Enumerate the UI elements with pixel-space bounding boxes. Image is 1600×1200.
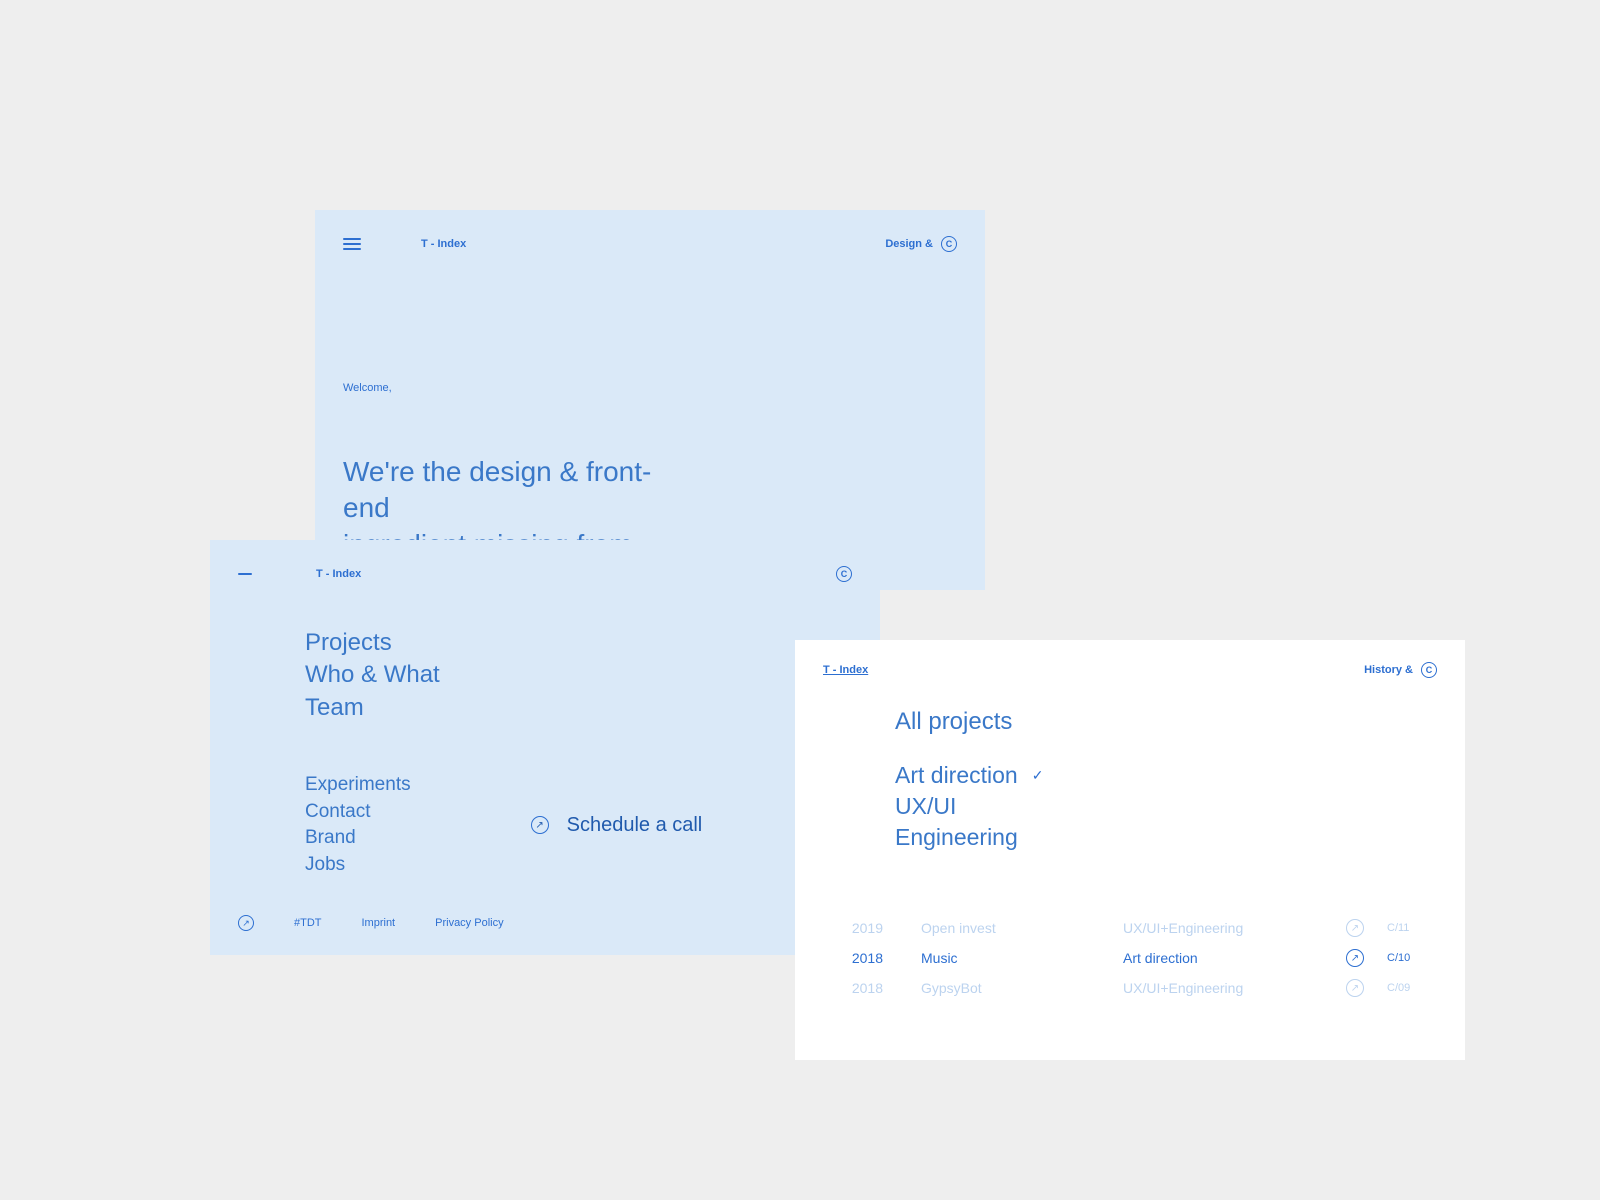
- projects-header: T - Index History & C: [795, 640, 1465, 678]
- row-code: C/11: [1387, 922, 1427, 934]
- row-year: 2018: [823, 950, 883, 966]
- nav-brand[interactable]: Brand: [305, 825, 411, 852]
- row-year: 2019: [823, 920, 883, 936]
- menu-header: T - Index C: [210, 540, 880, 582]
- projects-title: All projects: [795, 678, 1465, 736]
- welcome-label: Welcome,: [315, 252, 985, 394]
- nav-who-what[interactable]: Who & What: [305, 659, 852, 691]
- copyright-icon[interactable]: C: [1421, 662, 1437, 678]
- row-category: UX/UI+Engineering: [1123, 980, 1323, 996]
- footer-privacy[interactable]: Privacy Policy: [435, 917, 503, 929]
- row-year: 2018: [823, 980, 883, 996]
- arrow-icon: ↗: [1346, 919, 1364, 937]
- arrow-icon: ↗: [1346, 979, 1364, 997]
- filter-label: Engineering: [895, 822, 1018, 853]
- arrow-icon: ↗: [531, 816, 549, 834]
- table-row[interactable]: 2019 Open invest UX/UI+Engineering ↗ C/1…: [823, 913, 1437, 943]
- filter-label: Art direction: [895, 760, 1018, 791]
- nav-contact[interactable]: Contact: [305, 799, 411, 826]
- brand-logo[interactable]: T - Index: [316, 568, 361, 580]
- nav-projects[interactable]: Projects: [305, 627, 852, 659]
- nav-team[interactable]: Team: [305, 692, 852, 724]
- nav-jobs[interactable]: Jobs: [305, 852, 411, 879]
- filter-uxui[interactable]: UX/UI: [895, 791, 1437, 822]
- table-row[interactable]: 2018 GypsyBot UX/UI+Engineering ↗ C/09: [823, 973, 1437, 1003]
- brand-logo[interactable]: T - Index: [421, 238, 466, 250]
- check-icon: ✓: [1032, 766, 1044, 785]
- close-icon[interactable]: [238, 573, 256, 575]
- hero-headline-line: We're the design & front-end: [343, 454, 667, 527]
- project-filters: Art direction ✓ UX/UI Engineering: [795, 736, 1465, 853]
- table-row[interactable]: 2018 Music Art direction ↗ C/10: [823, 943, 1437, 973]
- cta-label: Schedule a call: [567, 814, 703, 837]
- primary-nav: Projects Who & What Team: [210, 582, 880, 724]
- hero-right-label: Design &: [885, 238, 933, 250]
- arrow-icon[interactable]: ↗: [238, 915, 254, 931]
- row-name: Music: [903, 950, 1103, 966]
- secondary-nav: Experiments Contact Brand Jobs: [305, 772, 411, 878]
- nav-experiments[interactable]: Experiments: [305, 772, 411, 799]
- menu-icon[interactable]: [343, 238, 361, 250]
- row-name: GypsyBot: [903, 980, 1103, 996]
- footer-hashtag[interactable]: #TDT: [294, 917, 322, 929]
- menu-panel: T - Index C Projects Who & What Team Exp…: [210, 540, 880, 955]
- projects-panel: T - Index History & C All projects Art d…: [795, 640, 1465, 1060]
- filter-engineering[interactable]: Engineering: [895, 822, 1437, 853]
- arrow-icon: ↗: [1346, 949, 1364, 967]
- filter-art-direction[interactable]: Art direction ✓: [895, 760, 1437, 791]
- footer-imprint[interactable]: Imprint: [362, 917, 396, 929]
- filter-label: UX/UI: [895, 791, 956, 822]
- copyright-icon[interactable]: C: [836, 566, 852, 582]
- projects-right-label: History &: [1364, 664, 1413, 676]
- copyright-icon[interactable]: C: [941, 236, 957, 252]
- row-code: C/09: [1387, 982, 1427, 994]
- brand-logo[interactable]: T - Index: [823, 664, 868, 676]
- menu-footer: ↗ #TDT Imprint Privacy Policy →: [210, 915, 880, 955]
- hero-panel: T - Index Design & C Welcome, We're the …: [315, 210, 985, 590]
- row-name: Open invest: [903, 920, 1103, 936]
- projects-table: 2019 Open invest UX/UI+Engineering ↗ C/1…: [795, 853, 1465, 1003]
- hero-header: T - Index Design & C: [315, 210, 985, 252]
- schedule-call-button[interactable]: ↗ Schedule a call: [531, 772, 703, 878]
- row-category: Art direction: [1123, 950, 1323, 966]
- row-code: C/10: [1387, 952, 1427, 964]
- row-category: UX/UI+Engineering: [1123, 920, 1323, 936]
